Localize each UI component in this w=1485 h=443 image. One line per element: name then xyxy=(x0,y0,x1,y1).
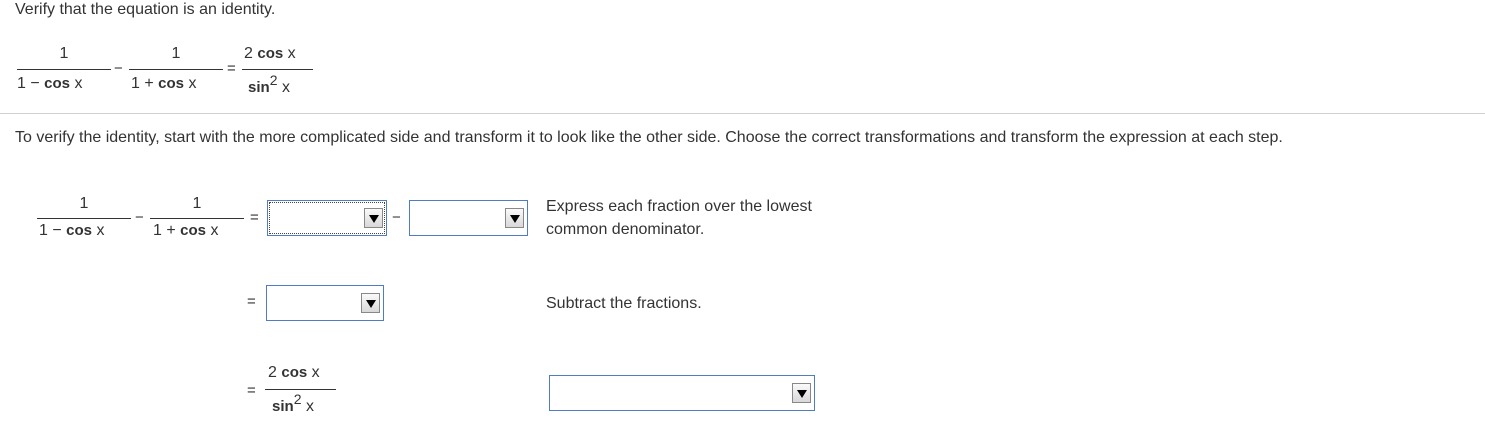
instruction-text: Verify that the equation is an identity. xyxy=(15,1,276,18)
minus-sign: − xyxy=(114,60,123,77)
dropdown-arrow-icon[interactable] xyxy=(361,293,380,313)
equals-sign: = xyxy=(250,209,259,226)
denominator: 1 + cos x xyxy=(131,75,197,92)
dropdown-arrow-icon[interactable] xyxy=(364,208,383,228)
numerator: 1 xyxy=(192,195,202,212)
step3-reason-dropdown[interactable] xyxy=(549,375,815,411)
denominator: 1 − cos x xyxy=(39,222,105,239)
equals-sign: = xyxy=(247,382,256,399)
denominator: 1 − cos x xyxy=(17,75,83,92)
equals-sign: = xyxy=(247,293,256,310)
numerator: 2 cos x xyxy=(268,364,320,381)
minus-sign: − xyxy=(135,209,144,226)
step1-hint: Express each fraction over the lowest co… xyxy=(546,198,812,238)
equals-sign: = xyxy=(227,60,236,77)
numerator: 1 xyxy=(59,45,69,62)
minus-sign: − xyxy=(392,209,401,226)
numerator: 2 cos x xyxy=(244,45,296,62)
explanation-text: To verify the identity, start with the m… xyxy=(15,129,1283,146)
step1-dropdown-a[interactable] xyxy=(267,200,387,236)
denominator: sin2 x xyxy=(248,72,290,96)
dropdown-arrow-icon[interactable] xyxy=(792,383,811,403)
denominator: sin2 x xyxy=(272,391,314,415)
numerator: 1 xyxy=(171,45,181,62)
denominator: 1 + cos x xyxy=(153,222,219,239)
step2-hint: Subtract the fractions. xyxy=(546,295,702,312)
step2-dropdown[interactable] xyxy=(266,285,384,321)
section-divider xyxy=(0,113,1485,114)
numerator: 1 xyxy=(79,195,89,212)
step1-dropdown-b[interactable] xyxy=(409,200,528,236)
dropdown-arrow-icon[interactable] xyxy=(505,208,524,228)
